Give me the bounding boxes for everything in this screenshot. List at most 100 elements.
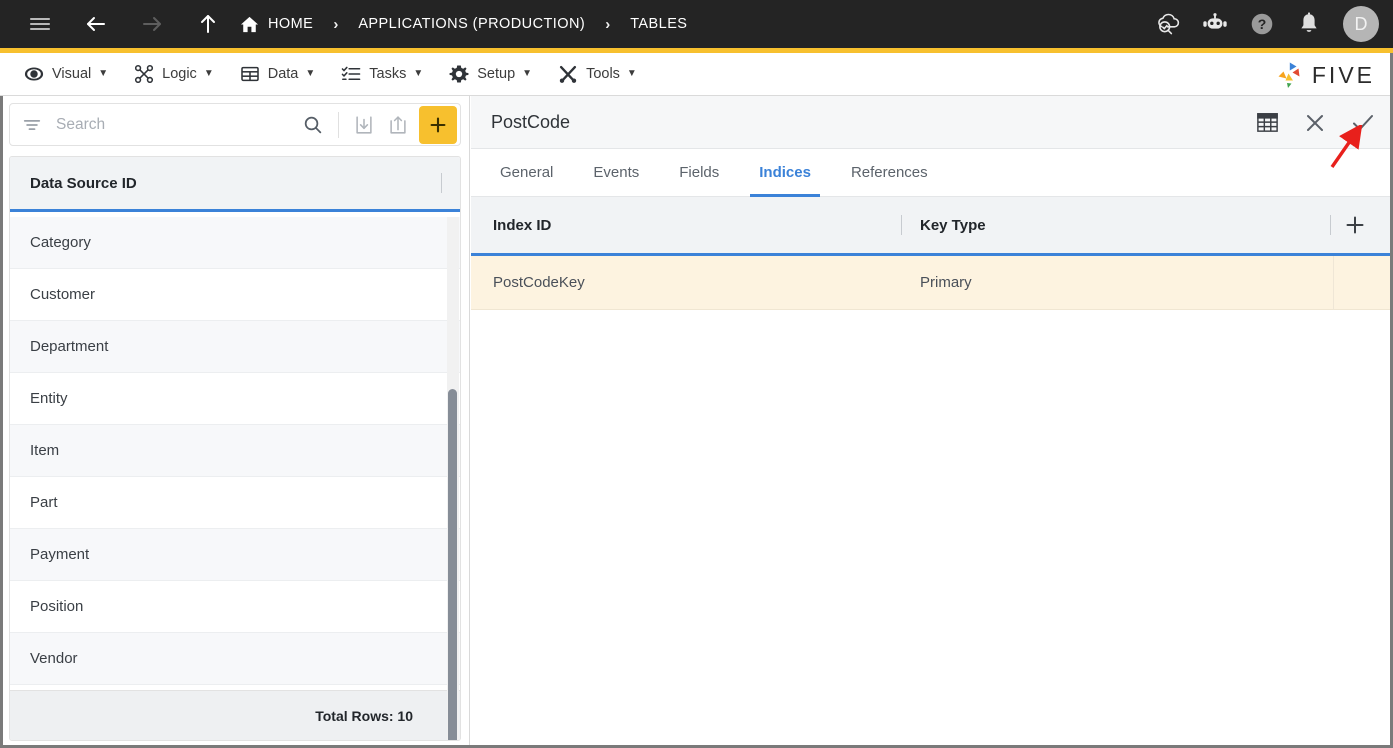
detail-header-actions [1252,96,1378,149]
menu-item-tasks[interactable]: Tasks ▼ [333,53,431,96]
tab-general[interactable]: General [491,149,562,196]
breadcrumb-item-tables[interactable]: TABLES [630,16,687,32]
list-item[interactable]: Part [10,477,460,529]
flow-icon [134,64,154,84]
menu-item-label: Setup [477,66,516,82]
list-scrollbar[interactable] [447,217,459,740]
menu-icon[interactable] [18,0,62,48]
table-row[interactable]: PostCodeKey Primary [471,256,1393,310]
search-icon[interactable] [296,108,330,142]
menu-item-logic[interactable]: Logic ▼ [126,53,222,96]
list-item[interactable]: Position [10,581,460,633]
menu-item-visual[interactable]: Visual ▼ [16,53,116,96]
home-icon [240,15,259,34]
menu-item-setup[interactable]: Setup ▼ [441,53,540,96]
tab-label: Indices [759,164,811,181]
tab-label: General [500,164,554,181]
data-source-list: Data Source ID Category Customer Departm… [9,156,461,741]
tab-indices[interactable]: Indices [750,149,820,197]
export-icon[interactable] [381,108,415,142]
help-icon[interactable]: ? [1245,7,1279,41]
breadcrumb-separator: › [605,15,611,33]
list-item[interactable]: Category [10,217,460,269]
list-column-header[interactable]: Data Source ID [10,157,460,209]
forward-arrow-icon [130,0,174,48]
window-left-border [0,96,3,748]
list-item[interactable]: Item [10,425,460,477]
column-header-label: Data Source ID [30,174,137,192]
tab-label: Events [593,164,640,181]
table-icon [240,64,260,84]
application-menu-bar: Visual ▼ Logic ▼ Data ▼ Tasks ▼ Setup ▼ … [0,53,1393,96]
add-index-button[interactable] [1331,213,1379,237]
tables-list-panel: Data Source ID Category Customer Departm… [0,96,470,748]
filter-icon[interactable] [22,115,42,135]
list-item[interactable]: Department [10,321,460,373]
search-input[interactable] [56,115,296,134]
breadcrumb: HOME › APPLICATIONS (PRODUCTION) › TABLE… [240,15,687,34]
list-item[interactable]: Entity [10,373,460,425]
chevron-down-icon: ▼ [203,68,214,79]
menu-item-label: Data [267,66,299,82]
five-mark-icon [1278,62,1300,88]
indices-table-header: Index ID Key Type [471,197,1393,253]
list-item[interactable]: Payment [10,529,460,581]
list-body: Category Customer Department Entity Item… [10,212,460,689]
cloud-check-icon[interactable] [1151,7,1185,41]
list-item-label: Entity [30,390,68,407]
notification-bell-icon[interactable] [1292,7,1326,41]
menu-item-data[interactable]: Data ▼ [232,53,324,96]
list-item-label: Payment [30,546,90,563]
table-detail-panel: PostCode General Events Fields Indices R… [471,96,1393,748]
chatbot-icon[interactable] [1198,7,1232,41]
toolbar-divider [338,111,339,138]
breadcrumb-item-home[interactable]: HOME [268,16,313,32]
svg-text:?: ? [1258,16,1267,32]
tab-references[interactable]: References [842,149,937,196]
top-navigation-bar: HOME › APPLICATIONS (PRODUCTION) › TABLE… [0,0,1393,48]
close-icon[interactable] [1300,108,1330,138]
grid-view-icon[interactable] [1252,108,1282,138]
list-item-label: Part [30,494,58,511]
gear-icon [449,64,469,84]
menu-item-label: Visual [52,66,92,82]
confirm-check-icon[interactable] [1348,108,1378,138]
column-divider [901,215,902,235]
breadcrumb-separator: › [333,15,339,33]
add-table-button[interactable] [419,105,457,144]
cell-key-type: Primary [920,274,972,291]
chevron-down-icon: ▼ [98,68,109,79]
chevron-down-icon: ▼ [413,68,424,79]
chevron-down-icon: ▼ [522,68,533,79]
column-resize-handle[interactable] [441,173,442,193]
list-item-label: Department [30,338,109,355]
eye-icon [24,64,44,84]
detail-header: PostCode [471,96,1393,149]
import-icon[interactable] [347,108,381,142]
list-item-label: Position [30,598,84,615]
detail-tabs: General Events Fields Indices References [471,149,1393,197]
list-footer: Total Rows: 10 [10,690,460,740]
topbar-actions: ? D [1151,0,1379,48]
page-title: PostCode [491,111,571,132]
chevron-down-icon: ▼ [626,68,637,79]
list-scrollbar-thumb[interactable] [448,389,457,740]
list-item[interactable]: Customer [10,269,460,321]
checklist-icon [341,64,361,84]
column-header-key-type[interactable]: Key Type [920,217,1330,234]
tab-label: References [850,164,928,181]
tab-events[interactable]: Events [584,149,648,196]
list-item-label: Vendor [30,650,78,667]
list-item[interactable]: Vendor [10,633,460,685]
back-arrow-icon[interactable] [74,0,118,48]
tab-fields[interactable]: Fields [670,149,728,196]
search-toolbar [9,103,461,146]
row-column-divider [1333,256,1334,310]
breadcrumb-item-applications[interactable]: APPLICATIONS (PRODUCTION) [358,16,585,32]
brand-logo: FIVE [1275,61,1375,89]
menu-item-tools[interactable]: Tools ▼ [550,53,645,96]
column-header-index-id[interactable]: Index ID [493,217,901,234]
up-arrow-icon[interactable] [186,0,230,48]
tab-label: Fields [679,164,720,181]
avatar[interactable]: D [1343,6,1379,42]
